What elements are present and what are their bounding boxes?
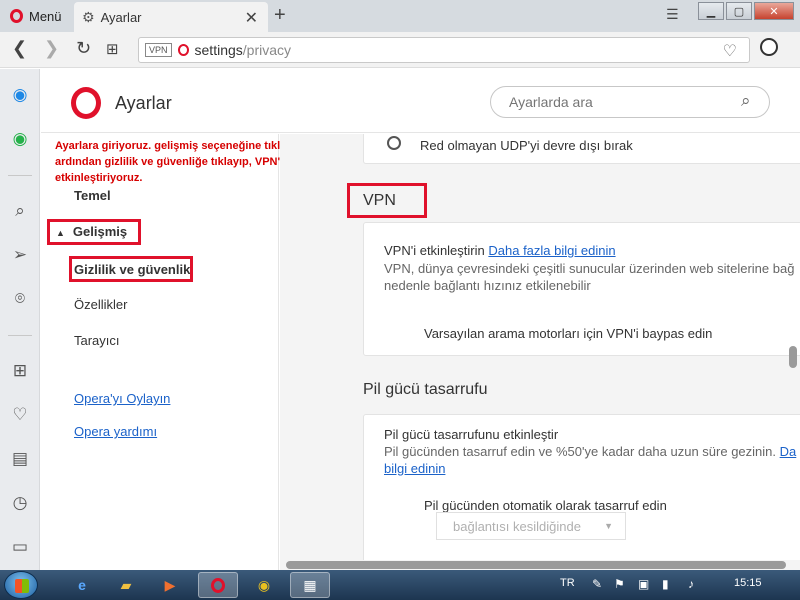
vpn-enable-label[interactable]: VPN'i etkinleştirin Daha fazla bilgi edi… <box>384 243 616 258</box>
menu-label: Menü <box>29 8 62 24</box>
nav-item-tarayici[interactable]: Tarayıcı <box>74 333 120 348</box>
battery-more-info-link-cont[interactable]: bilgi edinin <box>384 461 445 476</box>
network-icon[interactable]: ▮ <box>662 577 669 591</box>
maximize-button[interactable]: ▢ <box>726 2 752 20</box>
nav-item-ozellikler[interactable]: Özellikler <box>74 297 127 312</box>
heart-icon[interactable]: ♡ <box>723 41 737 61</box>
opera-page-icon <box>177 44 189 56</box>
url-text: settings/privacy <box>195 42 291 58</box>
opera-logo-icon <box>211 577 225 593</box>
volume-icon[interactable]: ♪ <box>688 577 694 591</box>
back-icon[interactable]: ❮ <box>12 38 27 59</box>
sidebar-divider <box>8 175 32 176</box>
opera-taskbar-icon[interactable] <box>198 572 238 598</box>
opera-logo-icon <box>71 87 101 119</box>
url-path: /privacy <box>242 42 291 58</box>
settings-nav: Ayarlara giriyoruz. gelişmiş seçeneğine … <box>41 134 316 570</box>
tab-bar: Menü ⚙ Ayarlar ✕ + ☰ ▁ ▢ ✕ <box>0 0 800 32</box>
camera-icon[interactable]: ⌾ <box>10 289 30 309</box>
battery-select-value: bağlantısı kesildiğinde <box>453 519 581 534</box>
close-window-button[interactable]: ✕ <box>754 2 794 20</box>
udp-radio[interactable] <box>387 136 401 150</box>
vpn-more-info-link[interactable]: Daha fazla bilgi edinin <box>488 243 615 258</box>
battery-enable-label[interactable]: Pil gücü tasarrufunu etkinleştir <box>384 427 558 442</box>
battery-section-title: Pil gücü tasarrufu <box>363 381 488 398</box>
settings-content: Red olmayan UDP'yi devre dışı bırak VPN … <box>280 134 800 570</box>
highlight-box <box>47 219 141 245</box>
url-field[interactable]: VPN settings/privacy ♡ <box>138 37 750 63</box>
battery-description-text: Pil gücünden tasarruf edin ve %50'ye kad… <box>384 444 777 459</box>
vpn-description-line1: VPN, dünya çevresindeki çeşitli sunucula… <box>384 261 795 276</box>
speed-dial-icon[interactable]: ⊞ <box>10 361 30 381</box>
windows-taskbar: e ▰ ▶ ◉ ▦ TR ✎ ⚑ ▣ ▮ ♪ 15:15 <box>0 570 800 600</box>
device-icon[interactable]: ▣ <box>638 577 649 591</box>
news-icon[interactable]: ▤ <box>10 449 30 469</box>
battery-auto-label: Pil gücünden otomatik olarak tasarruf ed… <box>424 498 667 513</box>
tab-menu-icon[interactable]: ☰ <box>666 6 679 23</box>
send-icon[interactable]: ➢ <box>10 245 30 265</box>
search-icon[interactable]: ⌕ <box>741 91 751 111</box>
history-icon[interactable]: ◷ <box>10 493 30 513</box>
tab-close-icon[interactable]: ✕ <box>245 8 258 28</box>
rate-opera-link[interactable]: Opera'yı Oylayın <box>74 391 170 406</box>
battery-more-info-link[interactable]: Da <box>780 444 797 459</box>
minimize-button[interactable]: ▁ <box>698 2 724 20</box>
vpn-badge[interactable]: VPN <box>145 43 172 57</box>
vpn-bypass-option[interactable]: Varsayılan arama motorları için VPN'i ba… <box>424 326 712 341</box>
battery-description: Pil gücünden tasarruf edin ve %50'ye kad… <box>384 444 796 459</box>
new-tab-button[interactable]: + <box>274 4 286 26</box>
vpn-enable-text: VPN'i etkinleştirin <box>384 243 485 258</box>
vpn-card: VPN'i etkinleştirin Daha fazla bilgi edi… <box>363 222 800 356</box>
forward-icon[interactable]: ❯ <box>44 38 59 59</box>
settings-header: Ayarlar ⌕ <box>41 69 800 133</box>
whatsapp-icon[interactable]: ◉ <box>10 129 30 149</box>
gear-icon: ⚙ <box>82 8 95 25</box>
opera-menu-button[interactable]: Menü <box>4 4 70 28</box>
settings-search-input[interactable] <box>490 86 770 118</box>
battery-auto-select[interactable]: bağlantısı kesildiğinde ▼ <box>436 512 626 540</box>
media-player-icon[interactable]: ▶ <box>150 572 190 598</box>
vpn-description-line2: nedenle bağlantı hızınız etkilenebilir <box>384 278 591 293</box>
sidebar-divider <box>8 335 32 336</box>
reload-icon[interactable]: ↻ <box>76 38 91 59</box>
horizontal-scrollbar[interactable] <box>286 561 786 569</box>
search-icon[interactable]: ⌕ <box>10 201 30 221</box>
start-button[interactable] <box>4 571 38 599</box>
url-host: settings <box>194 42 243 58</box>
profile-icon[interactable] <box>760 38 778 56</box>
folder-icon[interactable]: ▰ <box>106 572 146 598</box>
highlight-box <box>347 183 427 218</box>
tab-settings[interactable]: ⚙ Ayarlar ✕ <box>74 2 268 32</box>
opera-logo-icon <box>10 9 23 23</box>
udp-option-label: Red olmayan UDP'yi devre dışı bırak <box>420 138 633 153</box>
battery-card: Pil gücü tasarrufunu etkinleştir Pil güc… <box>363 414 800 570</box>
flag-icon[interactable]: ⚑ <box>614 577 625 591</box>
pen-icon[interactable]: ✎ <box>592 577 602 591</box>
clock[interactable]: 15:15 <box>734 577 762 589</box>
paint-icon[interactable]: ▦ <box>290 572 330 598</box>
chevron-down-icon: ▼ <box>604 521 613 531</box>
udp-card: Red olmayan UDP'yi devre dışı bırak <box>363 134 800 164</box>
ie-icon[interactable]: e <box>62 572 102 598</box>
vertical-scrollbar[interactable] <box>789 346 797 368</box>
nav-item-temel[interactable]: Temel <box>74 188 111 203</box>
sidebar-toggle-icon[interactable]: ▭ <box>10 537 30 557</box>
highlight-box <box>69 256 193 282</box>
language-indicator[interactable]: TR <box>560 577 575 589</box>
messenger-icon[interactable]: ◉ <box>10 85 30 105</box>
heart-icon[interactable]: ♡ <box>10 405 30 425</box>
tab-title: Ayarlar <box>100 9 142 25</box>
windows-logo-icon <box>15 579 29 593</box>
page-title: Ayarlar <box>115 93 172 113</box>
address-bar: ❮ ❯ ↻ ⊞ VPN settings/privacy ♡ <box>0 32 800 68</box>
opera-sidebar: ◉ ◉ ⌕ ➢ ⌾ ⊞ ♡ ▤ ◷ ▭ <box>0 69 40 570</box>
opera-help-link[interactable]: Opera yardımı <box>74 424 157 439</box>
speed-dial-grid-icon[interactable]: ⊞ <box>106 40 119 58</box>
chrome-icon[interactable]: ◉ <box>244 572 284 598</box>
